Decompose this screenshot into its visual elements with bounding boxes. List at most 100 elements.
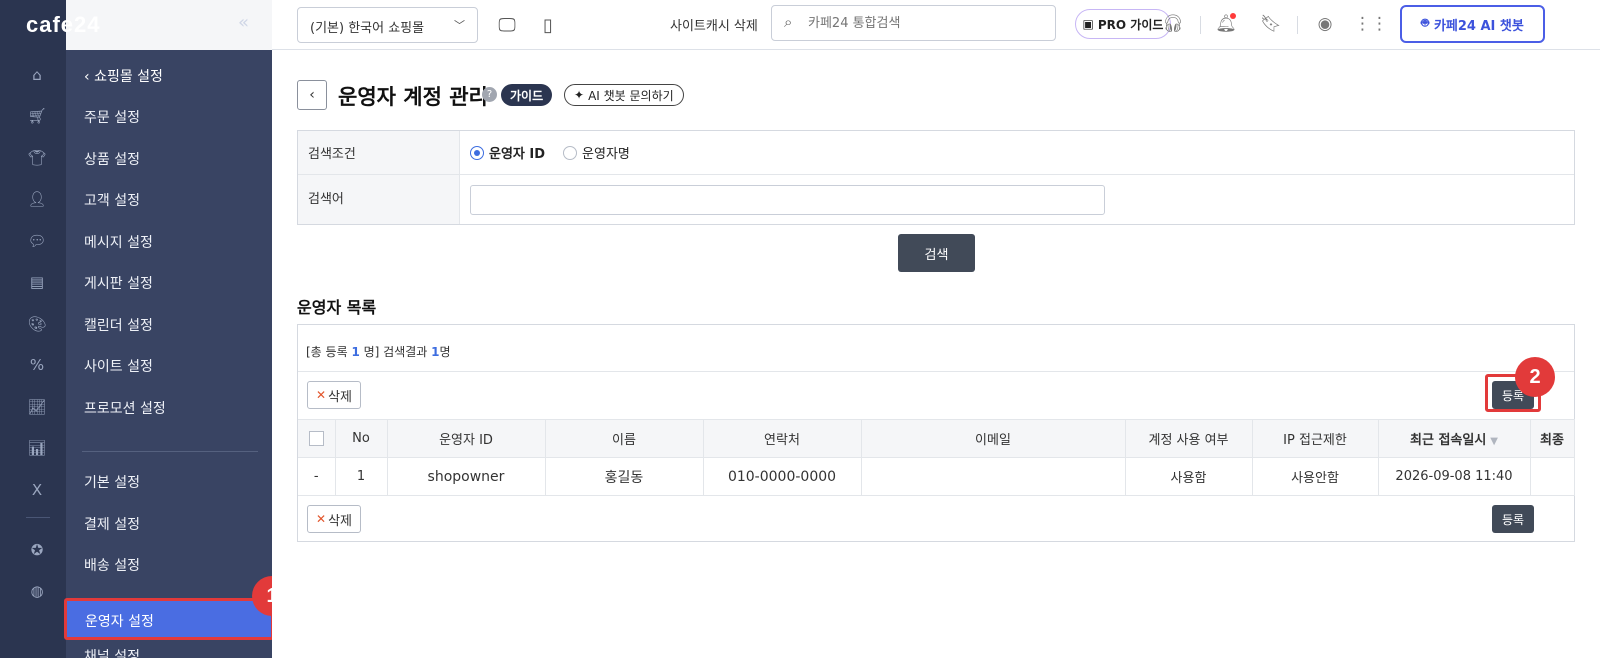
global-search[interactable]: ⌕ <box>771 5 1056 41</box>
chart-bar-icon[interactable]: 📊︎ <box>27 438 47 458</box>
sidebar-item-board[interactable]: 게시판 설정 <box>84 273 153 293</box>
radio-dot <box>470 145 484 160</box>
coupon-icon[interactable]: % <box>27 355 47 375</box>
sidebar-item-promotion[interactable]: 프로모션 설정 <box>84 398 166 418</box>
col-last-login-label: 최근 접속일시 <box>1410 433 1487 448</box>
select-all-checkbox[interactable] <box>308 431 324 446</box>
shop-select[interactable]: (기본) 한국어 쇼핑몰 ﹀ <box>297 7 478 43</box>
row-check: - <box>298 457 336 496</box>
notification-dot <box>1230 13 1236 19</box>
cache-delete-link[interactable]: 사이트캐시 삭제 <box>670 15 758 34</box>
row-operator-id[interactable]: shopowner <box>387 457 546 496</box>
sidebar-item-site[interactable]: 사이트 설정 <box>84 356 153 376</box>
pro-guide-button[interactable]: ▣ PRO 가이드 <box>1075 9 1171 39</box>
mobile-icon[interactable]: ▯ <box>536 13 560 37</box>
cart-icon[interactable]: 🛒︎ <box>27 106 47 126</box>
bell-icon[interactable]: 🔔︎ <box>1214 12 1238 36</box>
operator-table: No 운영자 ID 이름 연락처 이메일 계정 사용 여부 IP 접근제한 최근… <box>298 419 1575 496</box>
count-mid: 명] 검색결과 <box>363 345 428 359</box>
col-last-login[interactable]: 최근 접속일시 ▼ <box>1378 419 1531 458</box>
col-name: 이름 <box>545 419 704 458</box>
sidebar-item-label: 운영자 설정 <box>85 614 154 630</box>
menu-back-label: 쇼핑몰 설정 <box>94 69 163 85</box>
search-button[interactable]: 검색 <box>898 234 975 272</box>
board-icon[interactable]: ▤ <box>27 272 47 292</box>
delete-label: 삭제 <box>328 389 352 405</box>
shop-select-value: (기본) 한국어 쇼핑몰 <box>310 21 425 36</box>
app-grid-icon[interactable]: ⋮⋮ <box>1354 12 1388 36</box>
radio-label: 운영자명 <box>582 147 630 162</box>
topbar-divider <box>1200 16 1201 34</box>
radio-label: 운영자 ID <box>489 147 546 162</box>
close-icon: ✕ <box>316 512 327 526</box>
back-button[interactable]: ‹ <box>297 80 327 110</box>
sort-down-icon[interactable]: ▼ <box>1490 436 1498 447</box>
row-last <box>1530 457 1575 496</box>
ai-ask-label: AI 챗봇 문의하기 <box>588 88 674 103</box>
chart-line-icon[interactable]: 📈︎ <box>27 397 47 417</box>
excel-icon[interactable]: X <box>27 480 47 500</box>
sidebar-item-order[interactable]: 주문 설정 <box>84 107 140 127</box>
search-form: 검색조건 운영자 ID 운영자명 검색어 <box>297 130 1575 225</box>
topbar-divider <box>1297 16 1298 34</box>
menu-back-button[interactable]: ‹ 쇼핑몰 설정 <box>84 66 163 86</box>
badge-icon[interactable]: ✪ <box>27 540 47 560</box>
keyword-input[interactable] <box>470 184 1105 215</box>
sidebar-item-message[interactable]: 메시지 설정 <box>84 232 153 252</box>
result-count-value: 1 <box>431 345 440 359</box>
ai-ask-button[interactable]: ✦ AI 챗봇 문의하기 <box>564 84 684 106</box>
chatbot-icon: 🤖︎ <box>1421 16 1429 31</box>
palette-icon[interactable]: 🎨︎ <box>27 314 47 334</box>
help-icon[interactable]: ? <box>482 87 497 102</box>
keyword-label: 검색어 <box>298 175 460 224</box>
sidebar-item-payment[interactable]: 결제 설정 <box>84 514 140 534</box>
shirt-icon[interactable]: 👕︎ <box>27 148 47 168</box>
count-suffix: 명 <box>439 345 451 359</box>
ai-chatbot-button[interactable]: 🤖︎ 카페24 AI 챗봇 <box>1400 5 1545 43</box>
bookmark-icon[interactable]: 🔖︎ <box>1259 12 1283 36</box>
row-email <box>861 457 1126 496</box>
chevron-down-icon: ﹀ <box>454 19 465 32</box>
sidebar-item-shipping[interactable]: 배송 설정 <box>84 555 140 575</box>
col-last: 최종 <box>1530 419 1575 458</box>
globe-icon[interactable]: ◍ <box>27 581 47 601</box>
page-title: 운영자 계정 관리 <box>338 85 488 109</box>
account-icon[interactable]: ◉ <box>1313 12 1337 36</box>
guide-badge[interactable]: 가이드 <box>501 84 553 106</box>
sparkle-icon: ✦ <box>574 88 585 102</box>
col-ip-restrict: IP 접근제한 <box>1252 419 1379 458</box>
desktop-icon[interactable]: 🖵︎ <box>495 13 519 37</box>
sidebar-item-operator[interactable]: 운영자 설정 <box>64 598 274 640</box>
icon-rail: cafe24 ⌂ 🛒︎ 👕︎ 👤︎ 💬︎ ▤ 🎨︎ % 📈︎ 📊︎ X ✪ ◍ <box>0 0 100 658</box>
chevron-left-icon: ‹ <box>309 87 315 103</box>
search-condition-label: 검색조건 <box>298 131 460 174</box>
cafe24-logo[interactable]: cafe24 <box>26 12 101 38</box>
radio-operator-id[interactable]: 운영자 ID <box>470 143 545 162</box>
double-chevron-left-icon[interactable]: « <box>238 12 249 33</box>
sidebar-item-channel[interactable]: 채널 설정 <box>84 646 140 658</box>
search-input[interactable] <box>808 12 1048 34</box>
table-row: - 1 shopowner 홍길동 010-0000-0000 사용함 사용안함… <box>298 457 1575 496</box>
select-all-cell <box>298 419 336 458</box>
row-no: 1 <box>335 457 388 496</box>
ai-chatbot-label: 카페24 AI 챗봇 <box>1433 18 1524 34</box>
sidebar-item-customer[interactable]: 고객 설정 <box>84 190 140 210</box>
count-prefix: [총 등록 <box>306 345 348 359</box>
home-icon[interactable]: ⌂ <box>27 65 47 85</box>
register-button-bottom[interactable]: 등록 <box>1492 505 1534 533</box>
sidebar-item-basic[interactable]: 기본 설정 <box>84 472 140 492</box>
top-bar: (기본) 한국어 쇼핑몰 ﹀ 🖵︎ ▯ 사이트캐시 삭제 ⌕ ▣PRO 가이드 🎧… <box>272 0 1600 50</box>
document-icon: ▣ <box>1082 17 1094 31</box>
sidebar-item-product[interactable]: 상품 설정 <box>84 149 140 169</box>
person-icon[interactable]: 👤︎ <box>27 189 47 209</box>
total-count: 1 <box>351 345 360 359</box>
col-account-use: 계정 사용 여부 <box>1125 419 1253 458</box>
radio-operator-name[interactable]: 운영자명 <box>563 143 630 162</box>
delete-button-top[interactable]: ✕ 삭제 <box>307 381 361 409</box>
pro-guide-label: PRO 가이드 <box>1097 17 1164 32</box>
delete-button-bottom[interactable]: ✕ 삭제 <box>307 505 361 533</box>
headset-icon[interactable]: 🎧︎ <box>1161 12 1185 36</box>
main-content: ‹ 운영자 계정 관리 ? 가이드 ✦ AI 챗봇 문의하기 검색조건 운영자 I… <box>272 50 1600 658</box>
sidebar-item-calendar[interactable]: 캘린더 설정 <box>84 315 153 335</box>
chat-icon[interactable]: 💬︎ <box>27 231 47 251</box>
